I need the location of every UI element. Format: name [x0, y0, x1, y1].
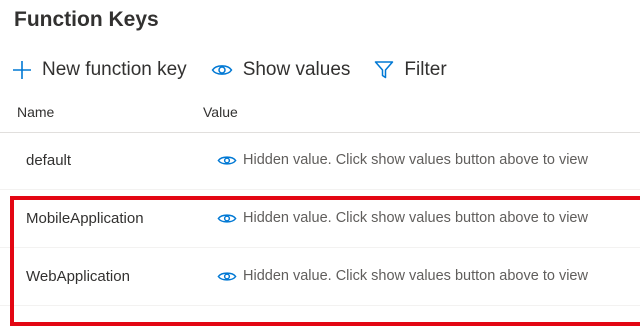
eye-icon — [217, 154, 237, 167]
column-header-name[interactable]: Name — [17, 104, 54, 120]
hidden-value-text: Hidden value. Click show values button a… — [243, 268, 588, 284]
table-row[interactable]: WebApplication Hidden value. Click show … — [0, 249, 640, 306]
show-values-button[interactable]: Show values — [211, 59, 351, 81]
eye-icon — [217, 270, 237, 283]
key-name: WebApplication — [26, 268, 130, 285]
column-header-value[interactable]: Value — [203, 104, 238, 120]
eye-icon — [211, 62, 233, 78]
filter-button[interactable]: Filter — [374, 59, 447, 81]
show-values-label: Show values — [242, 59, 351, 80]
toolbar: New function key Show values Filter — [12, 54, 471, 86]
new-function-key-button[interactable]: New function key — [12, 59, 187, 81]
page-title: Function Keys — [14, 8, 159, 31]
table-row[interactable]: MobileApplication Hidden value. Click sh… — [0, 191, 640, 248]
key-name: default — [26, 152, 72, 169]
hidden-value-text: Hidden value. Click show values button a… — [243, 210, 588, 226]
key-value: Hidden value. Click show values button a… — [217, 152, 588, 168]
table-header: Name Value — [0, 96, 640, 133]
filter-icon — [374, 60, 394, 80]
new-function-key-label: New function key — [42, 59, 187, 80]
filter-label: Filter — [404, 59, 447, 80]
table-row[interactable]: default Hidden value. Click show values … — [0, 133, 640, 190]
plus-icon — [12, 60, 32, 80]
key-value: Hidden value. Click show values button a… — [217, 210, 588, 226]
key-name: MobileApplication — [26, 210, 144, 227]
eye-icon — [217, 212, 237, 225]
hidden-value-text: Hidden value. Click show values button a… — [243, 152, 588, 168]
key-value: Hidden value. Click show values button a… — [217, 268, 588, 284]
